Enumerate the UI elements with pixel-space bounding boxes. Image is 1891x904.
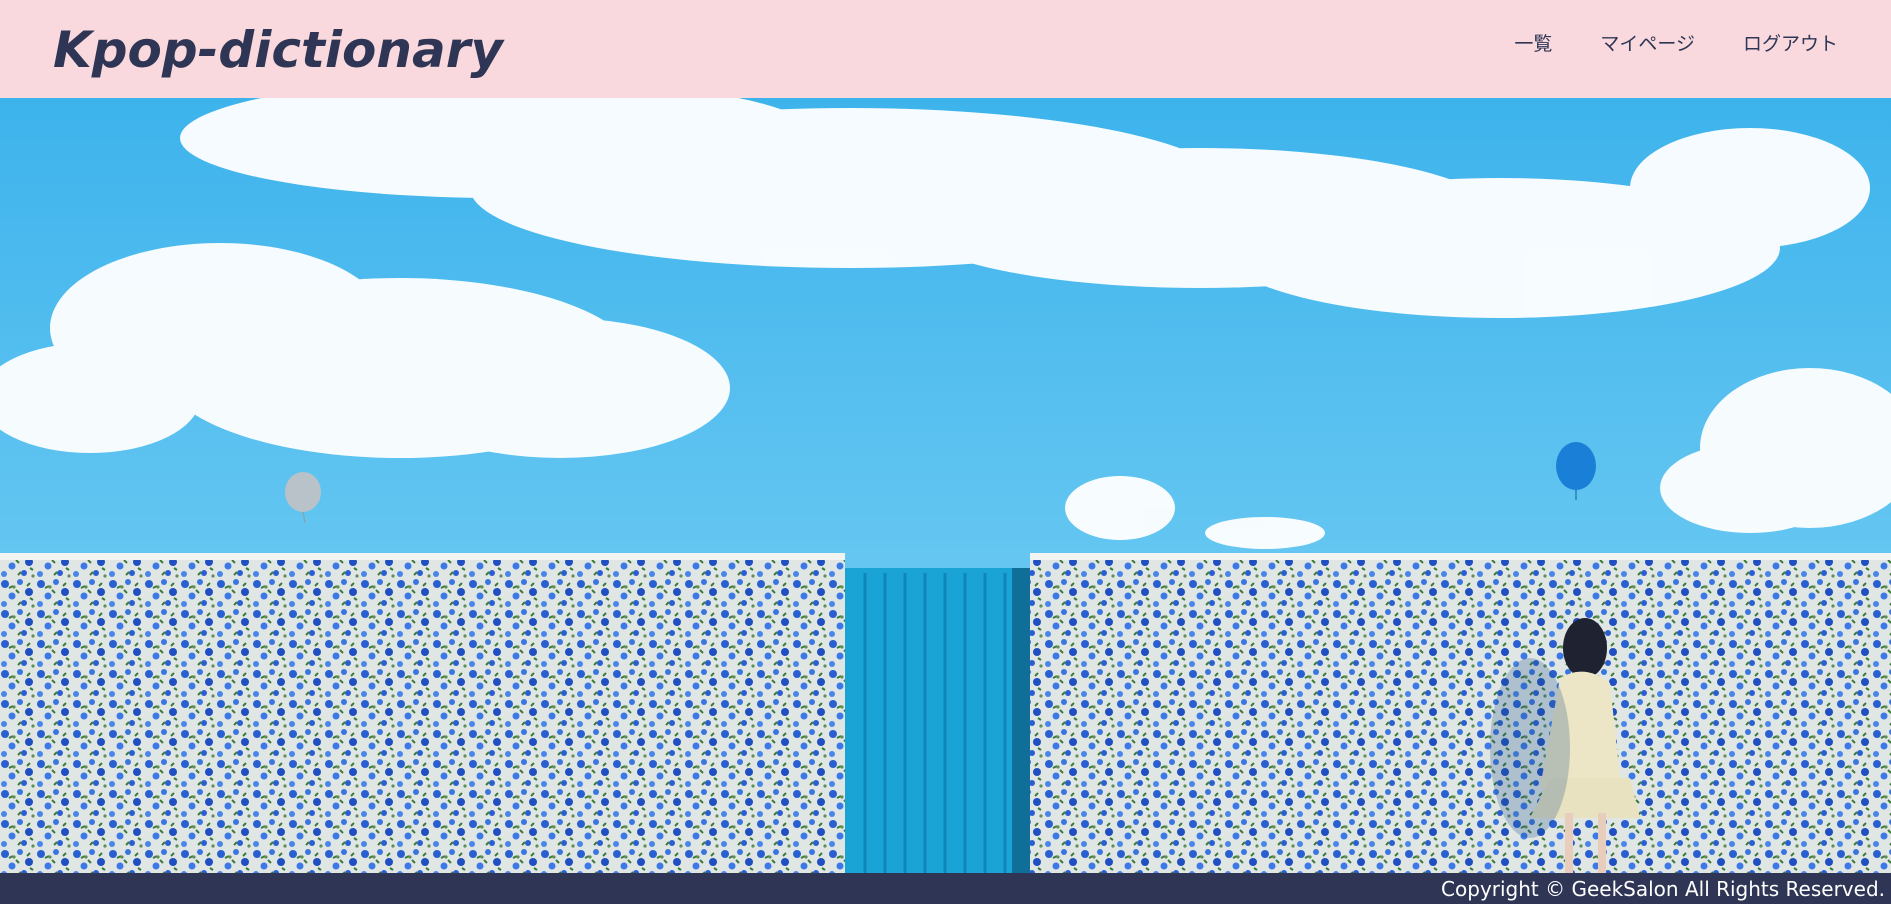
flower-wall-left bbox=[0, 560, 845, 873]
nav-link-logout[interactable]: ログアウト bbox=[1743, 30, 1838, 58]
site-footer: Copyright © GeekSalon All Rights Reserve… bbox=[0, 873, 1891, 904]
flower-wall-right bbox=[1030, 560, 1891, 873]
site-logo[interactable]: Kpop-dictionary bbox=[53, 18, 503, 82]
hero-illustration bbox=[0, 98, 1891, 873]
nav-link-mypage[interactable]: マイページ bbox=[1600, 30, 1695, 58]
main-nav: 一覧 マイページ ログアウト bbox=[1466, 30, 1838, 58]
site-header: Kpop-dictionary 一覧 マイページ ログアウト bbox=[0, 0, 1891, 98]
hero-image bbox=[0, 98, 1891, 873]
copyright-text: Copyright © GeekSalon All Rights Reserve… bbox=[1441, 877, 1885, 901]
blue-gate bbox=[845, 568, 1030, 873]
nav-link-list[interactable]: 一覧 bbox=[1514, 30, 1552, 58]
